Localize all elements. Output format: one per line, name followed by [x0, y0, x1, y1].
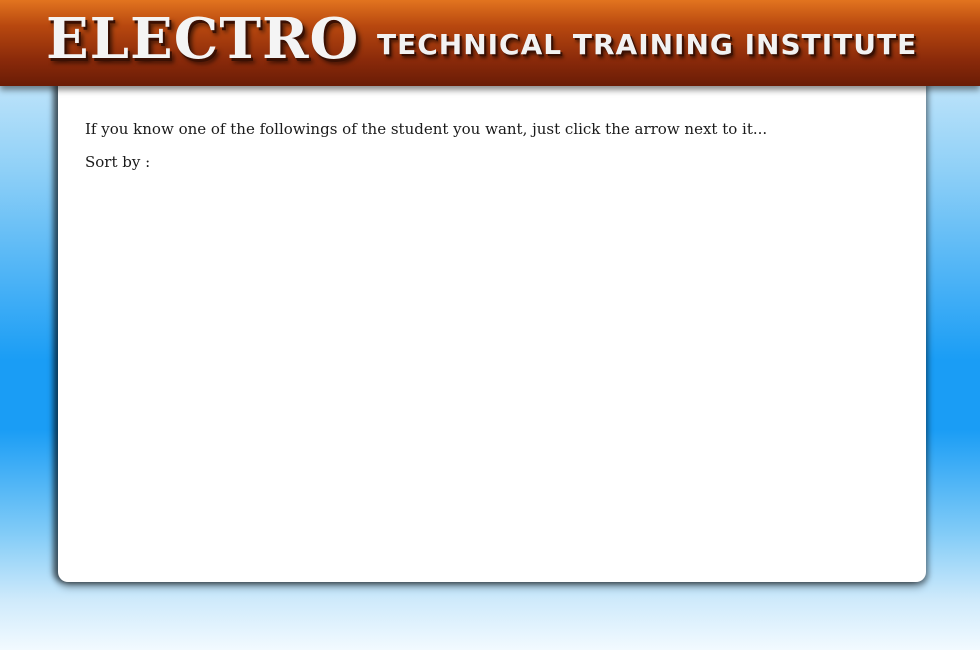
site-logo: ELECTRO: [46, 6, 360, 72]
instruction-text: If you know one of the followings of the…: [85, 120, 768, 138]
sort-by-label: Sort by :: [85, 153, 151, 171]
site-subtitle: TECHNICAL TRAINING INSTITUTE: [377, 28, 918, 61]
content-panel: If you know one of the followings of the…: [58, 80, 926, 582]
site-header: ELECTRO TECHNICAL TRAINING INSTITUTE: [0, 0, 980, 86]
